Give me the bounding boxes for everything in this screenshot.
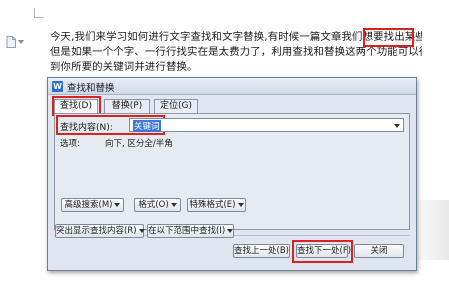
chevron-down-icon[interactable] <box>18 40 24 44</box>
paragraph-line: 但是如果一个个字、一行行找实在是太费力了，利用查找和替换这两个功能可以很快速地找 <box>50 46 422 58</box>
chevron-down-icon <box>227 228 234 233</box>
advanced-search-label: 高级搜索(M) <box>64 200 113 210</box>
margin-corner-mark <box>34 8 44 18</box>
special-format-label: 特殊格式(E) <box>189 200 236 210</box>
chevron-down-icon <box>170 202 177 207</box>
find-within-button[interactable]: 在以下范围中查找(I) <box>147 224 234 238</box>
find-next-annotation-box <box>292 240 353 263</box>
dialog-title: 查找和替换 <box>67 83 115 94</box>
find-previous-button[interactable]: 查找上一处(B) <box>233 244 290 258</box>
chevron-down-icon <box>138 228 145 233</box>
format-button[interactable]: 格式(O) <box>134 198 181 212</box>
close-button[interactable]: 关闭 <box>354 244 404 258</box>
find-content-value: 关键词 <box>133 120 161 132</box>
options-label: 选项: <box>60 139 80 149</box>
paragraph-line: 到你所要的关键词并进行替换。 <box>50 61 198 73</box>
options-value: 向下, 区分全/半角 <box>105 139 173 149</box>
find-replace-dialog: W 查找和替换 查找(D) 替换(P) 定位(G) 查找内容(N): 关键词 选… <box>47 77 417 271</box>
find-within-label: 在以下范围中查找(I) <box>148 226 226 236</box>
highlight-found-button[interactable]: 突出显示查找内容(R) <box>55 224 145 238</box>
format-label: 格式(O) <box>138 200 169 210</box>
keyword-annotation-box <box>363 28 414 47</box>
chevron-down-icon <box>114 202 121 207</box>
find-content-input[interactable]: 关键词 <box>129 118 404 132</box>
tab-replace[interactable]: 替换(P) <box>104 99 150 113</box>
chevron-down-icon[interactable] <box>394 124 400 128</box>
chevron-down-icon <box>237 202 244 207</box>
find-panel: 查找内容(N): 关键词 选项: 向下, 区分全/半角 <box>54 113 410 230</box>
tab-goto[interactable]: 定位(G) <box>154 99 198 113</box>
advanced-search-button[interactable]: 高级搜索(M) <box>61 198 124 212</box>
document-icon[interactable] <box>6 36 16 48</box>
wps-logo-icon: W <box>52 81 63 92</box>
special-format-button[interactable]: 特殊格式(E) <box>187 198 246 212</box>
dialog-titlebar[interactable]: W 查找和替换 <box>48 78 416 95</box>
highlight-found-label: 突出显示查找内容(R) <box>56 226 137 236</box>
